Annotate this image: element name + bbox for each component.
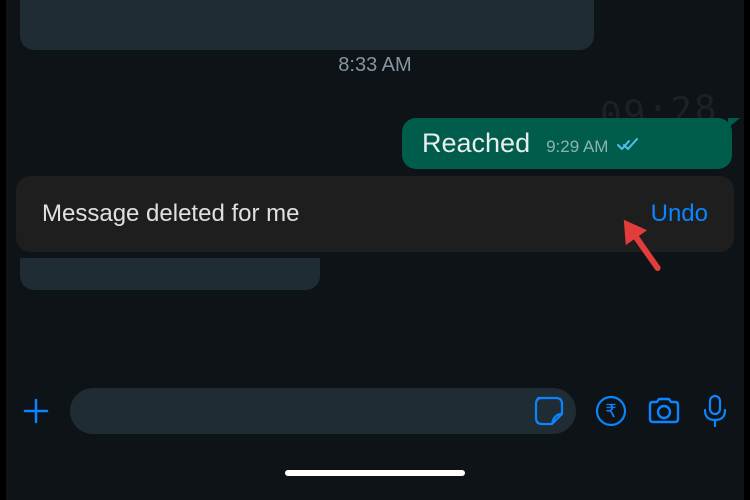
- deletion-toast: Message deleted for me Undo: [16, 176, 734, 252]
- message-time: 9:29 AM: [546, 137, 608, 156]
- sticker-icon: [532, 394, 566, 428]
- bubble-tail: [728, 118, 740, 128]
- sticker-button[interactable]: [532, 394, 566, 428]
- read-receipt-icon: [617, 138, 639, 157]
- message-text: Reached: [422, 128, 530, 159]
- received-message-bubble-partial-2[interactable]: [20, 258, 320, 290]
- plus-icon: [20, 395, 52, 427]
- chat-area: 8:33 AM 09:28 Reached 9:29 AM Message de…: [6, 0, 744, 500]
- undo-button[interactable]: Undo: [651, 200, 708, 228]
- received-message-bubble-partial[interactable]: [20, 0, 594, 50]
- svg-text:₹: ₹: [605, 401, 616, 421]
- voice-message-button[interactable]: [700, 393, 730, 429]
- payment-button[interactable]: ₹: [594, 394, 628, 428]
- input-bar: ₹: [6, 382, 744, 440]
- sent-message-bubble[interactable]: Reached 9:29 AM: [402, 118, 732, 169]
- message-input[interactable]: [70, 388, 576, 434]
- rupee-icon: ₹: [594, 394, 628, 428]
- camera-icon: [646, 394, 682, 428]
- attach-button[interactable]: [20, 395, 52, 427]
- home-indicator[interactable]: [285, 470, 465, 476]
- camera-button[interactable]: [646, 394, 682, 428]
- mic-icon: [700, 393, 730, 429]
- toast-message: Message deleted for me: [42, 200, 299, 228]
- time-divider: 8:33 AM: [6, 54, 744, 77]
